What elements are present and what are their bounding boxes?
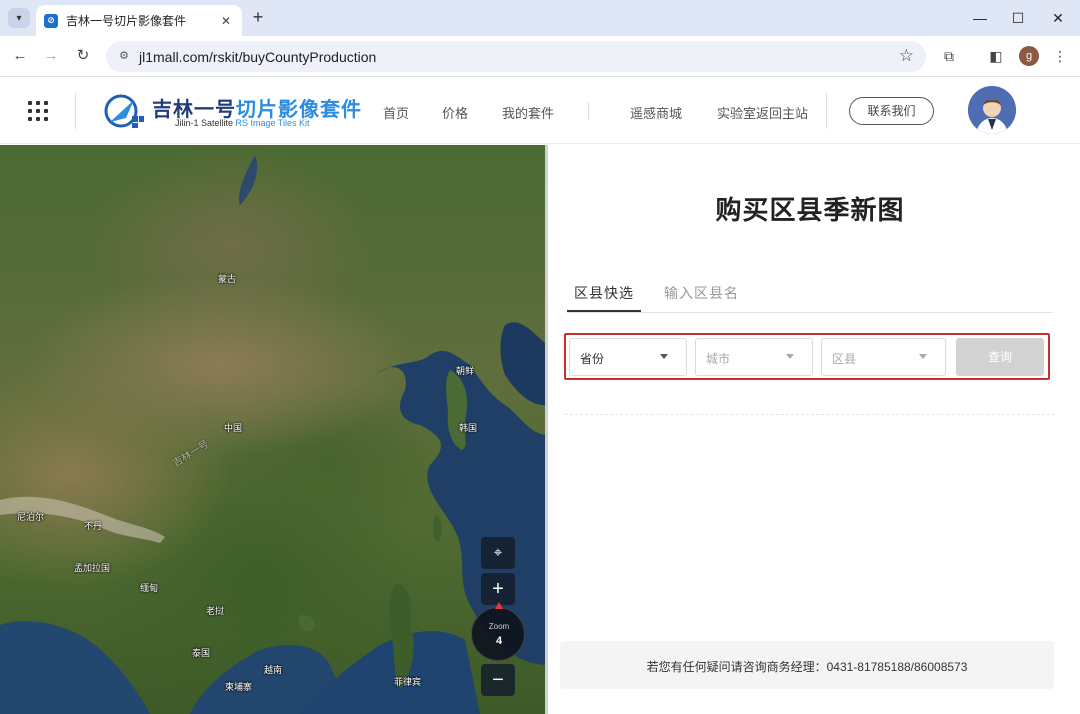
- apps-grid-icon[interactable]: [28, 101, 48, 121]
- query-button[interactable]: 查询: [956, 338, 1044, 376]
- site-info-icon[interactable]: ⚙: [116, 48, 132, 64]
- map-label-myanmar: 缅甸: [140, 583, 159, 593]
- chevron-down-icon: [919, 354, 927, 359]
- browser-menu-icon[interactable]: ⋮: [1049, 45, 1071, 67]
- profile-avatar[interactable]: g: [1019, 46, 1039, 66]
- satellite-map[interactable]: 蒙古 朝鲜 中国 韩国 尼泊尔 不丹 孟加拉国 缅甸 老挝 泰国 越南 柬埔寨 …: [0, 145, 547, 714]
- site-favicon-icon: ⊘: [44, 13, 58, 28]
- tabs-baseline: [567, 312, 1053, 313]
- chevron-down-icon: [660, 354, 668, 359]
- header-divider-right: [826, 93, 827, 129]
- header-divider: [75, 93, 76, 129]
- new-tab-icon[interactable]: +: [248, 8, 268, 28]
- footer-contact-text: 若您有任何疑问请咨询商务经理：0431-81785188/86008573: [646, 660, 968, 674]
- map-label-philippines: 菲律宾: [394, 677, 422, 687]
- map-label-vietnam: 越南: [264, 665, 283, 675]
- site-header: 吉林一号切片影像套件 Jilin-1 Satellite RS Image Ti…: [0, 77, 1080, 144]
- city-select-placeholder: 城市: [706, 352, 731, 366]
- address-bar[interactable]: ⚙ jl1mall.com/rskit/buyCountyProduction …: [106, 41, 926, 72]
- zoom-dial[interactable]: Zoom 4: [471, 602, 525, 661]
- zoom-value: 4: [495, 635, 503, 647]
- extensions-icon[interactable]: ⧉: [938, 45, 960, 67]
- map-label-laos: 老挝: [206, 606, 225, 616]
- map-label-south-korea: 韩国: [459, 423, 478, 433]
- window-close-icon[interactable]: ✕: [1043, 6, 1073, 30]
- contact-us-button[interactable]: 联系我们: [849, 97, 934, 125]
- logo-sub-main: Jilin-1 Satellite: [175, 118, 236, 128]
- province-select[interactable]: 省份: [569, 338, 687, 376]
- map-label-thailand: 泰国: [192, 648, 211, 658]
- city-select[interactable]: 城市: [695, 338, 813, 376]
- tab-close-icon[interactable]: ✕: [218, 14, 234, 28]
- map-label-nepal: 尼泊尔: [17, 512, 45, 522]
- chevron-down-icon: [786, 354, 794, 359]
- map-label-north-korea: 朝鲜: [456, 366, 475, 376]
- county-select-placeholder: 区县: [832, 352, 857, 366]
- browser-tabstrip: ▾ ⊘ 吉林一号切片影像套件 ✕ + — ☐ ✕: [0, 0, 1080, 36]
- minimize-icon[interactable]: —: [965, 6, 995, 30]
- nav-home[interactable]: 首页: [383, 103, 409, 122]
- active-tab-indicator: [567, 310, 641, 312]
- jilin1-logo-icon: [104, 94, 144, 128]
- browser-tab[interactable]: ⊘ 吉林一号切片影像套件 ✕: [36, 5, 242, 36]
- compass-pointer-icon: [495, 602, 503, 609]
- page-title: 购买区县季新图: [715, 195, 905, 225]
- map-divider: [545, 145, 548, 714]
- user-avatar[interactable]: [968, 86, 1016, 134]
- results-divider: [565, 414, 1055, 415]
- nav-divider: [588, 102, 589, 120]
- back-icon[interactable]: ←: [9, 45, 31, 67]
- nav-price[interactable]: 价格: [442, 103, 468, 122]
- map-label-cambodia: 柬埔寨: [225, 682, 253, 692]
- tab-title: 吉林一号切片影像套件: [66, 14, 187, 28]
- nav-my-kits[interactable]: 我的套件: [502, 103, 554, 122]
- county-select[interactable]: 区县: [821, 338, 946, 376]
- side-panel-icon[interactable]: ◧: [985, 45, 1007, 67]
- url-text[interactable]: jl1mall.com/rskit/buyCountyProduction: [139, 49, 376, 65]
- bookmark-star-icon[interactable]: ☆: [899, 46, 914, 66]
- reload-icon[interactable]: ↻: [72, 45, 94, 67]
- map-label-china: 中国: [224, 423, 243, 433]
- map-label-bhutan: 不丹: [84, 521, 103, 531]
- logo-sub-accent: RS Image Tiles Kit: [235, 118, 310, 128]
- nav-lab-home[interactable]: 实验室返回主站: [717, 103, 808, 122]
- contact-footer: 若您有任何疑问请咨询商务经理：0431-81785188/86008573: [560, 641, 1054, 689]
- forward-icon[interactable]: →: [40, 45, 62, 67]
- nav-rs-mall[interactable]: 遥感商城: [630, 103, 682, 122]
- map-label-mongolia: 蒙古: [218, 274, 237, 284]
- browser-toolbar: ← → ↻ ⚙ jl1mall.com/rskit/buyCountyProdu…: [0, 36, 1080, 77]
- maximize-icon[interactable]: ☐: [1003, 6, 1033, 30]
- locate-region-icon[interactable]: ⌖: [481, 537, 515, 569]
- zoom-in-button[interactable]: +: [481, 573, 515, 605]
- map-label-bangladesh: 孟加拉国: [74, 563, 111, 573]
- province-select-value: 省份: [580, 352, 605, 366]
- tab-search-icon[interactable]: ▾: [8, 8, 30, 28]
- tab-county-quick-select[interactable]: 区县快选: [574, 283, 634, 303]
- tab-enter-county-name[interactable]: 输入区县名: [664, 283, 739, 303]
- zoom-label: Zoom: [488, 622, 510, 631]
- logo-subtitle: Jilin-1 Satellite RS Image Tiles Kit: [175, 118, 310, 128]
- zoom-out-button[interactable]: −: [481, 664, 515, 696]
